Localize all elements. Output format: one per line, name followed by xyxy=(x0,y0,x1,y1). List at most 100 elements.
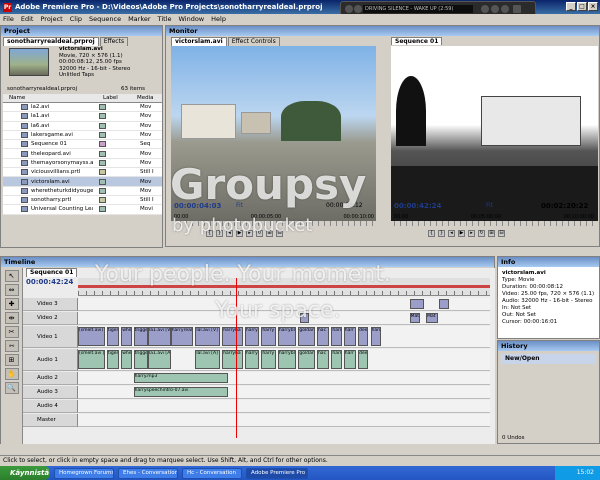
program-monitor-view[interactable] xyxy=(391,46,598,221)
timeline-clip[interactable] xyxy=(300,313,309,323)
timeline-clip[interactable]: harryspeechintro-07.avi xyxy=(133,387,229,397)
taskbar-item-forums[interactable]: Homegrown Forums - ... xyxy=(54,467,114,479)
timeline-clip[interactable]: harry xyxy=(261,350,276,369)
close-button[interactable]: × xyxy=(588,2,598,11)
timeline-clip[interactable]: trigger xyxy=(133,327,149,346)
timeline-clip[interactable]: trigger [A] xyxy=(133,350,149,369)
zoom-tool-icon[interactable]: 🔍 xyxy=(4,382,19,394)
timeline-ruler[interactable] xyxy=(78,278,490,296)
timeline-clip[interactable]: harryha xyxy=(222,350,243,369)
timeline-clip[interactable]: hac xyxy=(316,327,330,346)
tab-project[interactable]: sonotharryrealdeal.prproj xyxy=(3,37,99,46)
slip-tool-icon[interactable]: ⇿ xyxy=(4,340,19,352)
player-volume-icon[interactable] xyxy=(501,5,509,13)
player-play-icon[interactable] xyxy=(345,5,353,13)
track-lane[interactable]: harry.mp3 xyxy=(78,372,490,385)
program-extract-button[interactable]: ⊟ xyxy=(498,229,505,237)
project-item[interactable]: Sequence 01 Seq xyxy=(3,140,162,150)
source-insert-button[interactable]: ⊞ xyxy=(266,229,273,237)
source-step-back-button[interactable]: ◂ xyxy=(226,229,233,237)
source-loop-button[interactable]: ↻ xyxy=(256,229,263,237)
timeline-clip[interactable]: (smelt.avi) xyxy=(78,327,105,346)
history-item[interactable]: New/Open xyxy=(501,354,596,364)
timeline-clip[interactable]: tiger xyxy=(106,350,120,369)
player-stop-icon[interactable] xyxy=(354,5,362,13)
timeline-clip[interactable]: lal.avi [V] xyxy=(195,327,221,346)
program-timecode[interactable]: 00:00:42:24 xyxy=(394,202,441,210)
maximize-button[interactable]: □ xyxy=(577,2,587,11)
project-item[interactable]: theleopard.avi Mov xyxy=(3,149,162,159)
tab-source-clip[interactable]: victorslam.avi xyxy=(171,37,227,46)
source-out-point-button[interactable]: } xyxy=(216,229,223,237)
start-button[interactable]: Käynnistä xyxy=(0,466,50,480)
track-lane[interactable]: Mat Mat xyxy=(78,312,490,325)
menu-project[interactable]: Project xyxy=(40,15,62,23)
timeline-clip[interactable]: dee xyxy=(358,350,369,369)
timeline-clip[interactable]: harr xyxy=(370,327,381,346)
project-item[interactable]: la6.avi Mov xyxy=(3,121,162,131)
column-media[interactable]: Media xyxy=(123,94,154,102)
project-item[interactable]: la2.avi Mov xyxy=(3,103,162,113)
rolling-edit-tool-icon[interactable]: ⇹ xyxy=(4,312,19,324)
timeline-clip[interactable]: harryha xyxy=(222,327,243,346)
program-loop-button[interactable]: ↻ xyxy=(478,229,485,237)
source-fit-label[interactable]: Fit xyxy=(236,202,243,209)
column-label[interactable]: Label xyxy=(63,94,123,102)
timeline-clip[interactable]: harrybluesk xyxy=(277,350,297,369)
source-step-fwd-button[interactable]: ▸ xyxy=(246,229,253,237)
menu-help[interactable]: Help xyxy=(211,15,226,23)
program-time-ruler[interactable]: 00:00 00:05:00:00 00:10:00:00 xyxy=(394,214,594,220)
timeline-clip[interactable]: harr xyxy=(331,327,342,346)
timeline-clip[interactable]: harrybluesk xyxy=(277,327,297,346)
timeline-clip[interactable]: dee xyxy=(358,327,369,346)
program-out-point-button[interactable]: } xyxy=(438,229,445,237)
tab-effects[interactable]: Effects xyxy=(99,37,129,46)
project-item[interactable]: lakersgame.avi Mov xyxy=(3,130,162,141)
source-time-ruler[interactable]: 00:00 00:00:05:00 00:00:10:00 xyxy=(174,214,374,220)
timeline-clip[interactable]: whe xyxy=(121,350,132,369)
menu-file[interactable]: File xyxy=(3,15,14,23)
timeline-clip[interactable]: harryrealdeal xyxy=(170,327,194,346)
timeline-clip[interactable]: hac xyxy=(316,350,330,369)
timeline-clip[interactable]: la1.avi [V] xyxy=(148,327,171,346)
tab-effect-controls[interactable]: Effect Controls xyxy=(227,37,280,46)
timeline-clip[interactable]: (smelt.avi [A]) xyxy=(78,350,105,369)
tab-sequence-01[interactable]: Sequence 01 xyxy=(391,37,443,45)
timeline-clip[interactable]: harry xyxy=(261,327,276,346)
source-in-point-button[interactable]: { xyxy=(206,229,213,237)
source-timecode[interactable]: 00:00:04:03 xyxy=(174,202,221,210)
slide-tool-icon[interactable]: ⊞ xyxy=(4,354,19,366)
track-header[interactable]: Audio 2 xyxy=(23,372,78,385)
program-lift-button[interactable]: ⊞ xyxy=(488,229,495,237)
program-step-fwd-button[interactable]: ▸ xyxy=(468,229,475,237)
track-header[interactable]: Video 2 xyxy=(23,312,78,325)
program-in-point-button[interactable]: { xyxy=(428,229,435,237)
timeline-clip[interactable]: Mat xyxy=(409,313,420,323)
project-item[interactable]: victorslam.avi Mov xyxy=(3,177,162,187)
project-item[interactable]: themayorsonymayss.avi Mov xyxy=(3,158,162,169)
timeline-clip[interactable]: la1.avi [A] xyxy=(148,350,171,369)
menu-window[interactable]: Window xyxy=(178,15,204,23)
timeline-clip[interactable]: harr xyxy=(343,327,357,346)
timeline-clip[interactable] xyxy=(438,299,449,309)
track-lane[interactable]: harryspeechintro-07.avi xyxy=(78,386,490,399)
ripple-edit-tool-icon[interactable]: ✚ xyxy=(4,298,19,310)
project-item[interactable]: wheretheturkdidyougethis Mov xyxy=(3,186,162,196)
track-lane[interactable] xyxy=(78,414,490,427)
menu-sequence[interactable]: Sequence xyxy=(89,15,121,23)
timeline-clip[interactable]: harry.mp3 xyxy=(133,373,229,383)
timeline-timecode[interactable]: 00:00:42:24 xyxy=(26,278,73,286)
program-fit-label[interactable]: Fit xyxy=(486,202,493,209)
timeline-clip[interactable]: goldan xyxy=(298,327,315,346)
timeline-clip[interactable]: lal.avi [A] xyxy=(195,350,221,369)
taskbar-item-premiere[interactable]: Adobe Premiere Pro - ... xyxy=(246,467,308,479)
player-next-icon[interactable] xyxy=(491,5,499,13)
hand-tool-icon[interactable]: ✋ xyxy=(4,368,19,380)
track-lane[interactable]: (smelt.avi)tigerwhetriggerla1.avi [V]har… xyxy=(78,326,490,348)
taskbar-item-conversation-2[interactable]: Hc - Conversation xyxy=(182,467,242,479)
work-area-bar[interactable] xyxy=(78,285,490,288)
timeline-clip[interactable]: goldan xyxy=(298,350,315,369)
track-header[interactable]: Video 1 xyxy=(23,326,78,348)
track-select-tool-icon[interactable]: ⇔ xyxy=(4,284,19,296)
timeline-clip[interactable]: tiger xyxy=(106,327,120,346)
